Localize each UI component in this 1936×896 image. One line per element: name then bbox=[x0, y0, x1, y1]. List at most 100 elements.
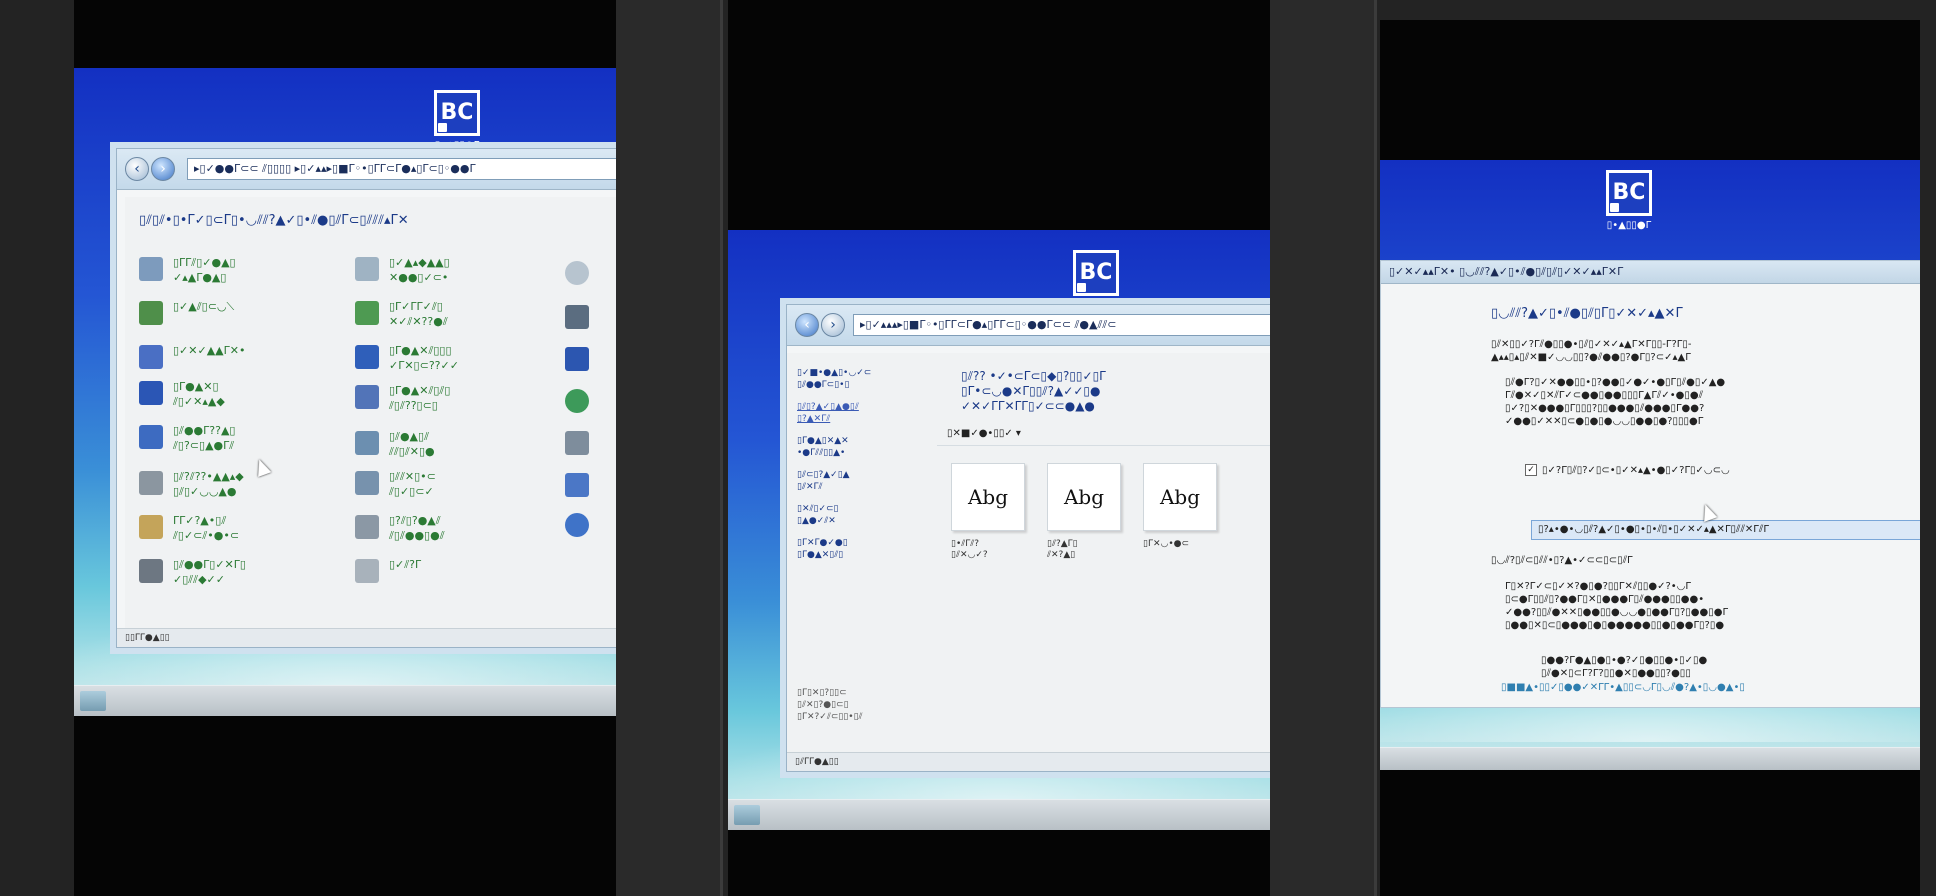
fonts-toolbar[interactable]: ▯✕■✓●•▯▯✓ ▾ bbox=[937, 423, 1270, 446]
cp-item[interactable]: ▯✓▲▴◆▲▲▯ ✕●●▯✓⊂• bbox=[355, 255, 555, 295]
cp-item[interactable]: ▯ΓΓ⫽▯✓●▲▯ ✓▴▲Γ●▲▯ bbox=[139, 255, 339, 295]
monitor-screen: BC ▯•▲▯▯●Γ ‹ › ▸▯✓▴▴▴▸▯■Γ◦•▯ΓΓ⊂Γ●▴▯ΓΓ⊂▯◦… bbox=[728, 230, 1270, 830]
fonts-title: ▯⫽?? •✓•⊂Γ⊂▯◆▯?▯▯✓▯Γ ▯Γ•⊂◡●✕Γ▯▯⫽?▲✓✓▯● ✓… bbox=[961, 369, 1106, 413]
cp-item-label: ▯Γ●▲✕▯ ⫽▯✓✕▴▲◆ bbox=[173, 380, 225, 408]
font-card[interactable]: Abg bbox=[1143, 463, 1217, 531]
forward-button[interactable]: › bbox=[151, 157, 175, 181]
address-bar[interactable]: ▸▯✓▴▴▴▸▯■Γ◦•▯ΓΓ⊂Γ●▴▯ΓΓ⊂▯◦●●Γ⊂⊂ ⫽●▲⫽⫽⊂ bbox=[853, 314, 1270, 336]
cp-item[interactable]: ▯?⫽▯?●▲⫽ ⫽▯⫽●●▯●⫽ bbox=[355, 513, 555, 553]
cp-item[interactable]: ▯✓✕✓▲▲Γ✕• bbox=[139, 343, 339, 383]
address-bar[interactable]: ▸▯✓●●Γ⊂⊂ ⫽▯▯▯▯ ▸▯✓▴▴▸▯■Γ◦•▯ΓΓ⊂Γ●▴▯Γ⊂▯◦●●… bbox=[187, 158, 616, 180]
fonts-body: ▯✓■•●▲▯•◡✓⊂ ▯⫽●●Γ⊂▯•▯ ▯⫽▯?▲✓▯▲●▯⫽ ▯?▲✕Γ⫽… bbox=[787, 353, 1270, 753]
control-panel-body: ▯⫽▯⫽•▯•Γ✓▯⊂Γ▯•◡⫽⫽?▲✓▯•⫽●▯⫽Γ⊂▯⫽⫽⫽▴Γ✕ ▯ΓΓ⫽… bbox=[125, 197, 616, 629]
cp-item-label: ▯ΓΓ⫽▯✓●▲▯ ✓▴▲Γ●▲▯ bbox=[173, 256, 236, 284]
bc-desktop-logo[interactable]: BC ▯•▲▯▯●Γ bbox=[1606, 170, 1652, 231]
dialog-paragraph: ▯⫽●Γ?▯✓✕●●▯▯•▯?●●▯✓●✓•●▯Γ▯⫽●▯✓▲● Γ⫽●✕✓▯✕… bbox=[1505, 377, 1726, 427]
autoplay-icon bbox=[139, 301, 163, 325]
mouse-cursor-icon bbox=[1698, 502, 1718, 522]
server-icon[interactable] bbox=[565, 305, 589, 329]
cp-item[interactable]: ▯Γ●▲✕⫽▯▯▯ ✓Γ✕▯⊂??✓✓ bbox=[355, 343, 555, 383]
people-icon[interactable] bbox=[565, 513, 589, 537]
taskbar bbox=[728, 799, 1270, 830]
bc-logo-box: BC bbox=[1073, 250, 1119, 296]
dialog-titlebar: ▯✓✕✓▴▴Γ✕• ▯◡⫽⫽?▲✓▯•⫽●▯⫽▯⫽▯✓✕✓▴▴Γ✕Γ bbox=[1381, 261, 1920, 284]
start-button[interactable] bbox=[80, 691, 106, 711]
dialog-body: ▯◡⫽⫽?▲✓▯•⫽●▯⫽▯Γ▯✓✕✓▴▲✕Γ ▯⫽✕▯▯✓?Γ⫽●▯▯●•▯⫽… bbox=[1381, 284, 1920, 707]
back-button[interactable]: ‹ bbox=[125, 157, 149, 181]
sidebar-link[interactable]: ▯✕⫽▯✓⊂▯ ▯▲●✓⫽✕ bbox=[797, 503, 917, 527]
cp-item-label: ▯✓▲▴◆▲▲▯ ✕●●▯✓⊂• bbox=[389, 256, 450, 284]
cp-item-label: ▯✓▲⫽▯⊂◡⟍ bbox=[173, 300, 235, 313]
sidebar-link[interactable]: ▯⫽▯?▲✓▯▲●▯⫽ ▯?▲✕Γ⫽ bbox=[797, 401, 917, 425]
font-card[interactable]: Abg bbox=[951, 463, 1025, 531]
cp-item[interactable]: ▯⫽⫽✕▯•⊂ ⫽▯✓▯⊂✓ bbox=[355, 469, 555, 509]
photo-panel-font-settings: BC ▯•▲▯▯●Γ ▯✓✕✓▴▴Γ✕• ▯◡⫽⫽?▲✓▯•⫽●▯⫽▯⫽▯✓✕✓… bbox=[1380, 20, 1920, 896]
sidebar-link[interactable]: ▯Γ✕Γ●✓●▯ ▯Γ●▲✕▯⫽▯ bbox=[797, 537, 917, 561]
start-button[interactable] bbox=[734, 805, 760, 825]
internet-icon[interactable] bbox=[565, 389, 589, 413]
sidebar-link[interactable]: ▯Γ●▲▯✕▲✕ •●Γ⫽⫽▯▯▲• bbox=[797, 435, 917, 459]
back-button[interactable]: ‹ bbox=[795, 313, 819, 337]
cp-item[interactable]: ▯Γ●▲✕⫽▯⫽▯ ⫽▯⫽??▯⊂▯ bbox=[355, 383, 555, 423]
window-chrome: ‹ › ▸▯✓●●Γ⊂⊂ ⫽▯▯▯▯ ▸▯✓▴▴▸▯■Γ◦•▯ΓΓ⊂Γ●▴▯Γ⊂… bbox=[117, 149, 616, 190]
monitor-screen: BC ▯•▲▯▯●Γ ▯✓✕✓▴▴Γ✕• ▯◡⫽⫽?▲✓▯•⫽●▯⫽▯⫽▯✓✕✓… bbox=[1380, 160, 1920, 770]
checkmark-icon: ✓ bbox=[1525, 464, 1537, 476]
cp-item-label: ▯⫽?⫽??•▲▲▴◆ ▯⫽▯✓◡◡▲● bbox=[173, 470, 244, 498]
fonts-sidebar: ▯✓■•●▲▯•◡✓⊂ ▯⫽●●Γ⊂▯•▯ ▯⫽▯?▲✓▯▲●▯⫽ ▯?▲✕Γ⫽… bbox=[797, 367, 917, 571]
cp-item[interactable]: ▯⫽●●Γ▯✓✕Γ▯ ✓▯⫽⫽◆✓✓ bbox=[139, 557, 339, 597]
control-panel-heading: ▯⫽▯⫽•▯•Γ✓▯⊂Γ▯•◡⫽⫽?▲✓▯•⫽●▯⫽Γ⊂▯⫽⫽⫽▴Γ✕ bbox=[139, 213, 409, 228]
disc-icon[interactable] bbox=[565, 261, 589, 285]
printer-icon[interactable] bbox=[565, 431, 589, 455]
divider-line bbox=[720, 0, 723, 896]
hardware-icon bbox=[139, 471, 163, 495]
font-card[interactable]: Abg bbox=[1047, 463, 1121, 531]
font-name: ▯Γ✕◡•●⊂ bbox=[1143, 539, 1190, 549]
document-icon bbox=[355, 257, 379, 281]
forward-button[interactable]: › bbox=[821, 313, 845, 337]
apps-icon[interactable] bbox=[565, 347, 589, 371]
window-icon[interactable] bbox=[565, 473, 589, 497]
cp-item-label: ▯⫽●●Γ??▲▯ ⫽▯?⊂▯▲●Γ⫽ bbox=[173, 424, 236, 452]
cp-item[interactable]: ▯✓⫽?Γ bbox=[355, 557, 555, 597]
divider bbox=[616, 0, 722, 896]
bc-desktop-logo[interactable]: BC ▯•▲▯▯●Γ bbox=[1073, 250, 1119, 311]
see-also[interactable]: ▯Γ▯✕▯?▯▯⊂ ▯⫽✕▯?●▯⊂▯ ▯Γ✕?✓⫽⊂▯▯•▯⫽ bbox=[797, 687, 863, 723]
selected-option[interactable]: ▯?▴•●•◡▯⫽?▲✓▯•●▯•▯•⫽▯•▯✓✕✓▴▲✕Γ▯⫽⫽✕Γ⫽Γ bbox=[1531, 520, 1920, 540]
cp-item[interactable]: ▯Γ●▲✕▯ ⫽▯✓✕▴▲◆ bbox=[139, 379, 339, 419]
cp-item-label: ▯Γ✓ΓΓ✓⫽▯ ✕✓⫽✕??●⫽ bbox=[389, 300, 448, 328]
help-link[interactable]: ▯■■▲•▯▯✓▯●●✓✕ΓΓ•▲▯▯⊂◡Γ▯◡⫽●?▲•▯◡●▲•▯ bbox=[1501, 682, 1745, 693]
font-name: ▯⫽?▲Γ▯ ⫽✕?▲▯ bbox=[1047, 539, 1078, 560]
photo-panel-control-panel: BC ▯•▲▯▯●Γ ‹ › ▸▯✓●●Γ⊂⊂ ⫽▯▯▯▯ ▸▯✓▴▴▸▯■Γ◦… bbox=[74, 0, 616, 896]
cp-item[interactable]: ▯⫽●●Γ??▲▯ ⫽▯?⊂▯▲●Γ⫽ bbox=[139, 423, 339, 463]
cp-item-label: ΓΓ✓?▲•▯⫽ ⫽▯✓⊂⫽•●•⊂ bbox=[173, 514, 240, 542]
cp-item-label: ▯?⫽▯?●▲⫽ ⫽▯⫽●●▯●⫽ bbox=[389, 514, 445, 542]
cp-item[interactable]: ▯✓▲⫽▯⊂◡⟍ bbox=[139, 299, 339, 339]
fonts-main: ▯⫽?? •✓•⊂Γ⊂▯◆▯?▯▯✓▯Γ ▯Γ•⊂◡●✕Γ▯▯⫽?▲✓✓▯● ✓… bbox=[937, 353, 1270, 753]
cp-item[interactable]: ▯Γ✓ΓΓ✓⫽▯ ✕✓⫽✕??●⫽ bbox=[355, 299, 555, 339]
globe-icon bbox=[355, 345, 379, 369]
cp-item-label: ▯Γ●▲✕⫽▯▯▯ ✓Γ✕▯⊂??✓✓ bbox=[389, 344, 459, 372]
photo-panel-fonts: BC ▯•▲▯▯●Γ ‹ › ▸▯✓▴▴▴▸▯■Γ◦•▯ΓΓ⊂Γ●▴▯ΓΓ⊂▯◦… bbox=[728, 0, 1270, 896]
users-icon bbox=[139, 257, 163, 281]
cp-item-label: ▯✓⫽?Γ bbox=[389, 558, 422, 571]
cp-item[interactable]: ΓΓ✓?▲•▯⫽ ⫽▯✓⊂⫽•●•⊂ bbox=[139, 513, 339, 553]
display-icon bbox=[355, 471, 379, 495]
sound-icon bbox=[355, 515, 379, 539]
font-name: ▯•⫽Γ⫽? ▯⫽✕◡✓? bbox=[951, 539, 988, 560]
divider-line bbox=[1374, 0, 1377, 896]
option-checkbox[interactable]: ✓ ▯✓?Γ▯⫽▯?✓▯⊂•▯✓✕▴▲•●▯✓?Γ▯✓◡⊂◡ bbox=[1525, 464, 1730, 476]
cp-item[interactable]: ▯⫽●▲▯⫽ ⫽⫽▯⫽✕▯● bbox=[355, 429, 555, 469]
dialog-heading: ▯◡⫽⫽?▲✓▯•⫽●▯⫽▯Γ▯✓✕✓▴▲✕Γ bbox=[1491, 306, 1683, 321]
status-bar: ▯⫽ΓΓ●▲▯▯ bbox=[787, 752, 1270, 771]
cp-item-label: ▯⫽●●Γ▯✓✕Γ▯ ✓▯⫽⫽◆✓✓ bbox=[173, 558, 246, 586]
sidebar-link[interactable]: ▯✓■•●▲▯•◡✓⊂ ▯⫽●●Γ⊂▯•▯ bbox=[797, 367, 917, 391]
bc-desktop-logo[interactable]: BC ▯•▲▯▯●Γ bbox=[434, 90, 480, 151]
dialog-paragraph: ▯⫽✕▯▯✓?Γ⫽●▯▯●•▯⫽▯✓✕✓▴▲Γ✕Γ▯▯-Γ?Γ▯- ▲▴▴▯▴▯… bbox=[1491, 339, 1692, 363]
cp-item-label: ▯⫽●▲▯⫽ ⫽⫽▯⫽✕▯● bbox=[389, 430, 435, 458]
cp-item-label: ▯⫽⫽✕▯•⊂ ⫽▯✓▯⊂✓ bbox=[389, 470, 436, 498]
system-icon bbox=[355, 385, 379, 409]
monitor-screen: BC ▯•▲▯▯●Γ ‹ › ▸▯✓●●Γ⊂⊂ ⫽▯▯▯▯ ▸▯✓▴▴▸▯■Γ◦… bbox=[74, 68, 616, 716]
cp-item[interactable]: ▯⫽?⫽??•▲▲▴◆ ▯⫽▯✓◡◡▲● bbox=[139, 469, 339, 509]
cp-item-label: ▯✓✕✓▲▲Γ✕• bbox=[173, 344, 246, 357]
sidebar-link[interactable]: ▯⫽⊂▯?▲✓▯▲ ▯⫽✕Γ⫽ bbox=[797, 469, 917, 493]
